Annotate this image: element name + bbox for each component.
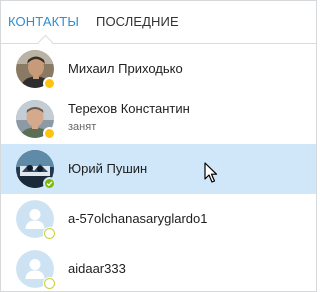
contacts-panel: КОНТАКТЫ ПОСЛЕДНИЕ Михаил Приходько Тере… <box>0 0 317 292</box>
presence-away-icon <box>43 77 56 90</box>
contact-row[interactable]: aidaar333 <box>1 244 316 291</box>
tab-recent[interactable]: ПОСЛЕДНИЕ <box>96 14 179 29</box>
presence-offline-icon <box>43 227 56 240</box>
avatar <box>16 100 56 140</box>
presence-offline-icon <box>43 277 56 290</box>
tab-contacts[interactable]: КОНТАКТЫ <box>8 14 79 29</box>
contact-row-selected[interactable]: Юрий Пушин <box>1 144 316 194</box>
presence-online-icon <box>43 177 56 190</box>
contact-list: Михаил Приходько Терехов Константин заня… <box>1 44 316 291</box>
contact-name: a-57olchanasaryglardo1 <box>68 211 208 226</box>
presence-away-icon <box>43 127 56 140</box>
avatar <box>16 250 56 290</box>
contact-name: Юрий Пушин <box>68 161 148 176</box>
contact-row[interactable]: Михаил Приходько <box>1 44 316 94</box>
contact-name: Терехов Константин <box>68 101 190 116</box>
contact-name: aidaar333 <box>68 261 126 276</box>
contact-status: занят <box>68 121 97 133</box>
avatar <box>16 150 56 190</box>
avatar <box>16 50 56 90</box>
contact-name: Михаил Приходько <box>68 61 183 76</box>
avatar <box>16 200 56 240</box>
contact-row[interactable]: Терехов Константин занят <box>1 94 316 144</box>
tab-bar: КОНТАКТЫ ПОСЛЕДНИЕ <box>1 1 316 51</box>
mouse-cursor-icon <box>204 162 218 183</box>
contact-row[interactable]: a-57olchanasaryglardo1 <box>1 194 316 244</box>
